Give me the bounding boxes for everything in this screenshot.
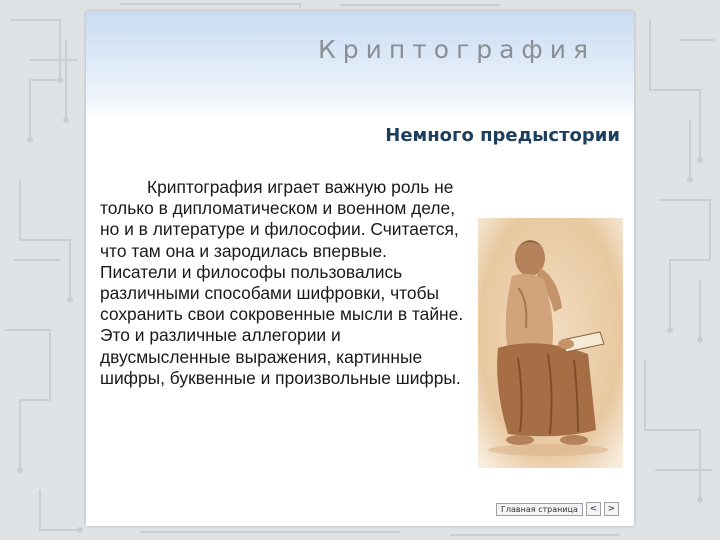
section-heading: Немного предыстории	[385, 125, 620, 146]
body-paragraph: Криптография играет важную роль не тольк…	[100, 177, 464, 388]
home-page-link[interactable]: Главная страница	[496, 502, 583, 516]
slide-card: Криптография Немного предыстории Криптог…	[86, 11, 634, 526]
footer-navigation: Главная страница < >	[496, 502, 619, 516]
header-band	[86, 11, 634, 119]
prev-slide-button[interactable]: <	[585, 502, 601, 516]
page-title: Криптография	[318, 35, 596, 64]
philosopher-illustration	[478, 218, 623, 468]
next-slide-button[interactable]: >	[603, 502, 619, 516]
